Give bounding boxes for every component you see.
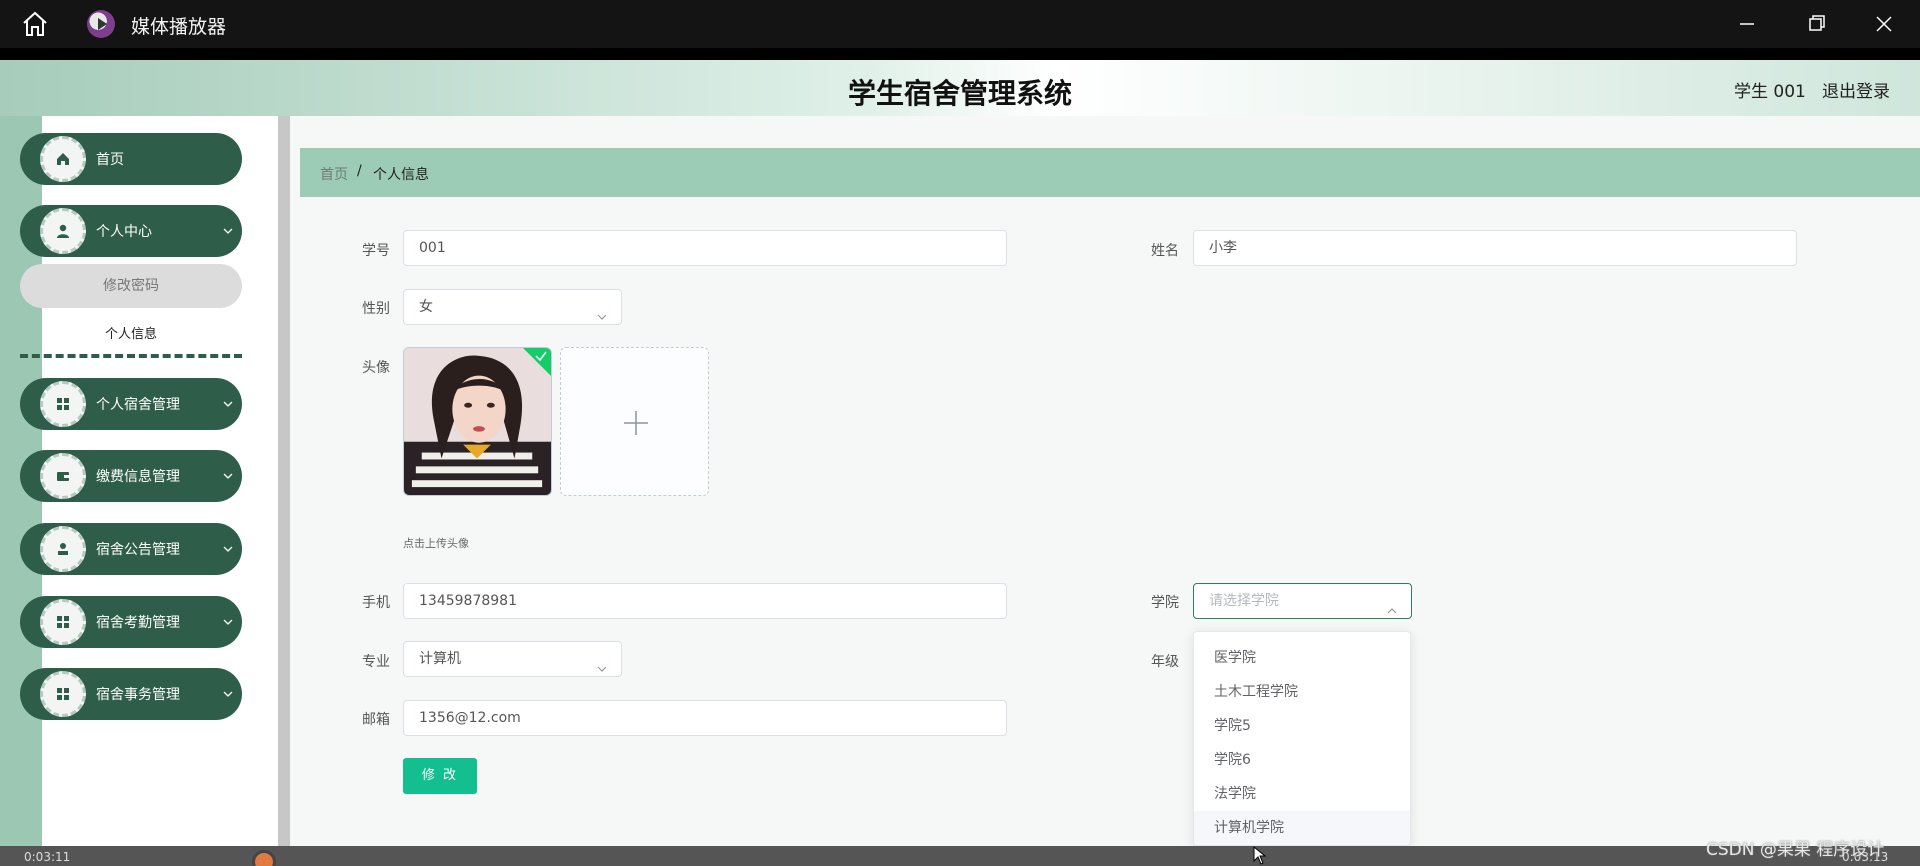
college-option[interactable]: 学院6 (1194, 743, 1410, 777)
sidebar-item-label: 宿舍公告管理 (96, 542, 180, 558)
college-option[interactable]: 医学院 (1194, 641, 1410, 675)
home-icon (40, 136, 86, 182)
avatar-upload-button[interactable] (560, 347, 709, 496)
person-icon (40, 526, 86, 572)
sidebar-subitem-personal-info[interactable]: 个人信息 (20, 318, 242, 358)
breadcrumb-home-link[interactable]: 首页 (320, 164, 348, 184)
gender-label: 性别 (362, 301, 390, 317)
college-dropdown: 医学院 土木工程学院 学院5 学院6 法学院 计算机学院 (1193, 631, 1411, 846)
grid-icon (40, 599, 86, 645)
divider (0, 48, 1920, 60)
name-label: 姓名 (1151, 243, 1179, 259)
close-icon[interactable] (1868, 8, 1900, 40)
chevron-down-icon (222, 540, 234, 552)
seek-handle[interactable] (252, 850, 276, 866)
sidebar-item-label: 首页 (96, 152, 124, 168)
gender-value: 女 (419, 299, 433, 315)
sidebar-item-home[interactable]: 首页 (20, 133, 242, 185)
elapsed-time: 0:03:11 (24, 850, 71, 864)
college-option[interactable]: 法学院 (1194, 777, 1410, 811)
college-option[interactable]: 土木工程学院 (1194, 675, 1410, 709)
avatar-image[interactable] (403, 347, 552, 496)
minimize-icon[interactable] (1731, 8, 1763, 40)
sidebar-item-label: 个人中心 (96, 224, 152, 240)
phone-label: 手机 (362, 595, 390, 611)
college-select[interactable]: 请选择学院 (1193, 583, 1412, 619)
sidebar-subitem-change-password[interactable]: 修改密码 (20, 264, 242, 308)
sidebar-item-attendance-management[interactable]: 宿舍考勤管理 (20, 596, 242, 648)
current-user-label: 学生 001 (1734, 82, 1806, 102)
email-field[interactable]: 1356@12.com (403, 700, 1007, 736)
user-icon (40, 208, 86, 254)
chevron-down-icon (596, 654, 608, 672)
sidebar-item-dorm-management[interactable]: 个人宿舍管理 (20, 378, 242, 430)
chevron-down-icon (596, 302, 608, 320)
grade-label: 年级 (1151, 654, 1179, 670)
major-value: 计算机 (419, 651, 461, 667)
system-title: 学生宿舍管理系统 (847, 77, 1072, 110)
watermark: CSDN @果果 程序设计 (1706, 840, 1885, 860)
college-label: 学院 (1151, 595, 1179, 611)
media-player-logo-icon (87, 10, 115, 38)
email-label: 邮箱 (362, 712, 390, 728)
player-seek-bar[interactable]: 0:03:11 0:03:13 (0, 846, 1920, 866)
gender-select[interactable]: 女 (403, 289, 622, 325)
chevron-down-icon (222, 685, 234, 697)
sidebar-item-affairs-management[interactable]: 宿舍事务管理 (20, 668, 242, 720)
app-header: 学生宿舍管理系统 学生 001 退出登录 (0, 60, 1920, 116)
breadcrumb: 首页 / 个人信息 (300, 148, 1920, 197)
sidebar-item-personal-center[interactable]: 个人中心 (20, 205, 242, 257)
wallet-icon (40, 453, 86, 499)
maximize-icon[interactable] (1800, 8, 1832, 40)
chevron-down-icon (222, 222, 234, 234)
chevron-down-icon (222, 467, 234, 479)
plus-icon (623, 410, 649, 436)
check-icon (534, 349, 548, 363)
major-select[interactable]: 计算机 (403, 641, 622, 677)
student-id-field[interactable]: 001 (403, 230, 1007, 266)
grid-icon (40, 381, 86, 427)
name-field[interactable]: 小李 (1193, 230, 1797, 266)
chevron-up-icon (1386, 596, 1398, 614)
breadcrumb-current: 个人信息 (373, 167, 429, 183)
grid-icon (40, 671, 86, 717)
college-placeholder: 请选择学院 (1209, 593, 1279, 609)
sidebar-item-label: 宿舍考勤管理 (96, 615, 180, 631)
mouse-cursor-icon (1253, 845, 1267, 866)
phone-field[interactable]: 13459878981 (403, 583, 1007, 619)
home-icon[interactable] (20, 10, 50, 38)
sidebar-item-announcement-management[interactable]: 宿舍公告管理 (20, 523, 242, 575)
student-id-label: 学号 (362, 243, 390, 259)
major-label: 专业 (362, 654, 390, 670)
sidebar-divider (272, 116, 290, 846)
college-option[interactable]: 计算机学院 (1194, 811, 1410, 845)
upload-tip: 点击上传头像 (403, 537, 469, 550)
submit-button[interactable]: 修 改 (403, 758, 477, 794)
chevron-down-icon (222, 613, 234, 625)
sidebar-item-label: 缴费信息管理 (96, 469, 180, 485)
logout-link[interactable]: 退出登录 (1822, 77, 1890, 102)
sidebar-item-payment-management[interactable]: 缴费信息管理 (20, 450, 242, 502)
app-title: 媒体播放器 (131, 16, 227, 38)
avatar-label: 头像 (362, 360, 390, 376)
media-player-titlebar: 媒体播放器 (0, 0, 1920, 48)
sidebar-item-label: 个人宿舍管理 (96, 397, 180, 413)
sidebar-item-label: 宿舍事务管理 (96, 687, 180, 703)
chevron-down-icon (222, 395, 234, 407)
college-option[interactable]: 学院5 (1194, 709, 1410, 743)
breadcrumb-separator: / (357, 163, 362, 179)
